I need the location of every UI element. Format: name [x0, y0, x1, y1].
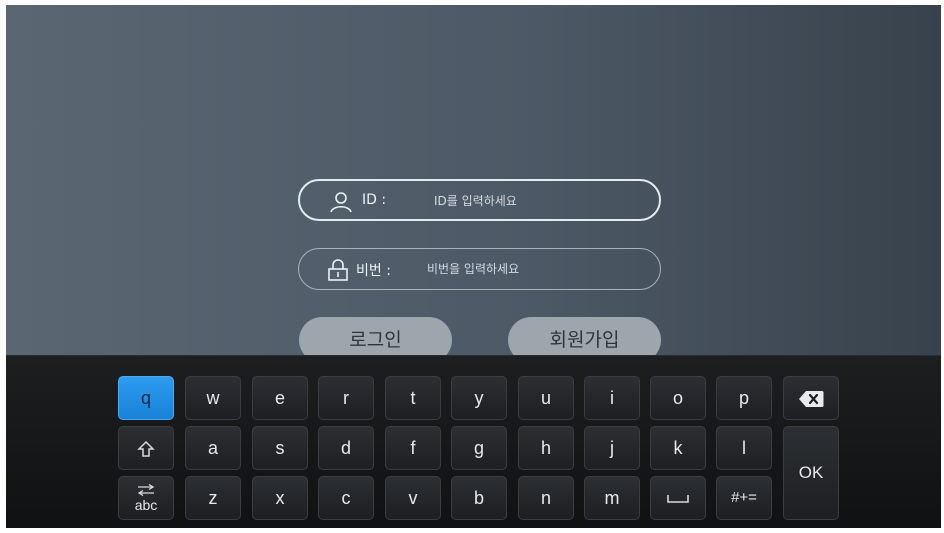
- key-y[interactable]: y: [451, 376, 507, 420]
- key-m[interactable]: m: [584, 476, 640, 520]
- key-v[interactable]: v: [385, 476, 441, 520]
- key-t[interactable]: t: [385, 376, 441, 420]
- symbols-key[interactable]: #+=: [716, 476, 772, 520]
- switch-arrows-icon: [119, 482, 173, 497]
- key-s[interactable]: s: [252, 426, 308, 470]
- key-r[interactable]: r: [318, 376, 374, 420]
- key-f[interactable]: f: [385, 426, 441, 470]
- password-field[interactable]: 비번 :: [298, 248, 661, 290]
- user-icon: [329, 190, 353, 218]
- key-h[interactable]: h: [518, 426, 574, 470]
- shift-key[interactable]: [118, 426, 174, 470]
- ok-key[interactable]: OK: [783, 426, 839, 520]
- mode-switch-key[interactable]: abc: [118, 476, 174, 520]
- shift-icon: [137, 438, 155, 458]
- space-key[interactable]: [650, 476, 706, 520]
- id-field[interactable]: ID :: [298, 179, 661, 221]
- key-a[interactable]: a: [185, 426, 241, 470]
- key-n[interactable]: n: [518, 476, 574, 520]
- key-w[interactable]: w: [185, 376, 241, 420]
- key-b[interactable]: b: [451, 476, 507, 520]
- key-j[interactable]: j: [584, 426, 640, 470]
- key-k[interactable]: k: [650, 426, 706, 470]
- login-screen: ID : 비번 : 로그인 회원가입 q w e r t y u i o p: [6, 5, 941, 528]
- key-l[interactable]: l: [716, 426, 772, 470]
- key-d[interactable]: d: [318, 426, 374, 470]
- backspace-icon: [798, 388, 824, 408]
- key-c[interactable]: c: [318, 476, 374, 520]
- backspace-key[interactable]: [783, 376, 839, 420]
- mode-key-label: abc: [134, 497, 158, 513]
- space-icon: [666, 488, 690, 508]
- key-g[interactable]: g: [451, 426, 507, 470]
- password-input[interactable]: [427, 259, 627, 279]
- key-q[interactable]: q: [118, 376, 174, 420]
- key-o[interactable]: o: [650, 376, 706, 420]
- lock-icon: [326, 258, 350, 286]
- key-x[interactable]: x: [252, 476, 308, 520]
- key-i[interactable]: i: [584, 376, 640, 420]
- password-label: 비번 :: [356, 263, 391, 279]
- id-input[interactable]: [434, 191, 634, 211]
- id-label: ID :: [362, 192, 387, 208]
- key-u[interactable]: u: [518, 376, 574, 420]
- on-screen-keyboard: q w e r t y u i o p a s d f g h j k l OK…: [6, 355, 941, 528]
- key-z[interactable]: z: [185, 476, 241, 520]
- key-p[interactable]: p: [716, 376, 772, 420]
- key-e[interactable]: e: [252, 376, 308, 420]
